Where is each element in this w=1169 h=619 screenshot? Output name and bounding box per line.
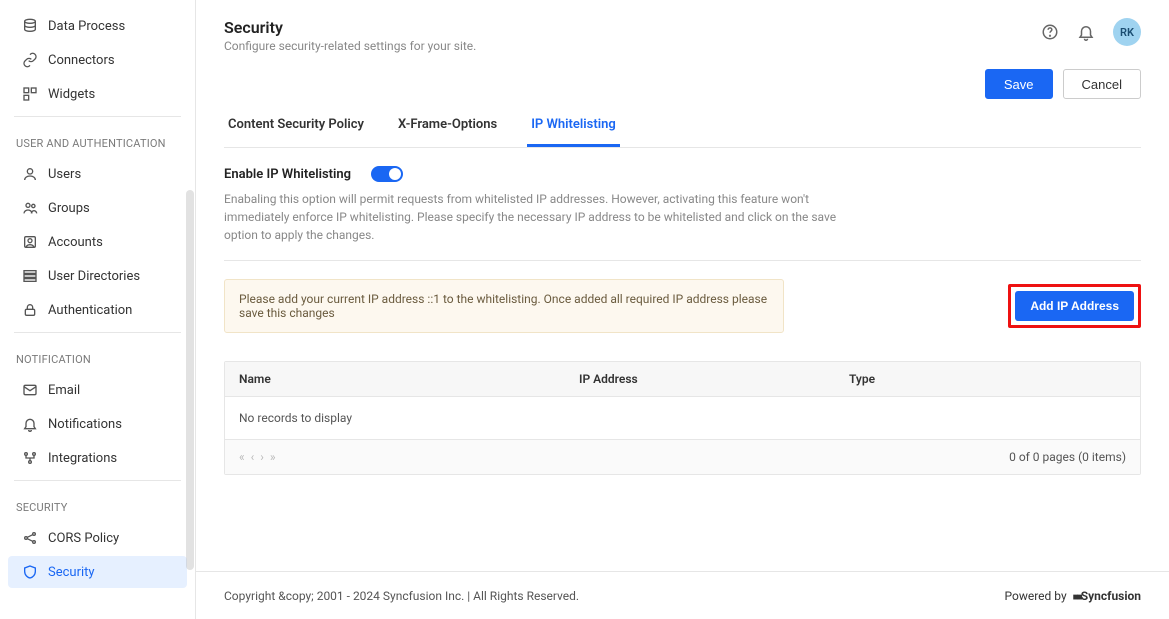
divider [14,332,181,333]
table-header: Name IP Address Type [225,362,1140,397]
col-type[interactable]: Type [835,362,1140,396]
tab-ip-whitelisting[interactable]: IP Whitelisting [527,107,620,147]
add-ip-highlight: Add IP Address [1008,284,1141,328]
divider [224,260,1141,261]
sidebar-item-authentication[interactable]: Authentication [8,294,187,326]
sidebar-item-cors[interactable]: CORS Policy [8,522,187,554]
shield-icon [22,564,38,580]
bell-icon [22,416,38,432]
sidebar-heading-notification: NOTIFICATION [0,339,195,372]
scrollbar[interactable] [185,0,195,619]
sidebar-item-connectors[interactable]: Connectors [8,44,187,76]
sidebar-item-label: Accounts [48,235,103,250]
main: Security Configure security-related sett… [196,0,1169,619]
table-empty-text: No records to display [225,397,1140,440]
sidebar-item-data-process[interactable]: Data Process [8,10,187,42]
database-icon [22,18,38,34]
divider [14,116,181,117]
tab-x-frame-options[interactable]: X-Frame-Options [394,107,501,147]
powered-by-label: Powered by [1005,589,1067,603]
save-button[interactable]: Save [985,69,1053,99]
sidebar-item-groups[interactable]: Groups [8,192,187,224]
sidebar-item-label: Widgets [48,87,95,102]
sidebar-item-label: Notifications [48,417,122,432]
sidebar-item-integrations[interactable]: Integrations [8,442,187,474]
page-info: 0 of 0 pages (0 items) [1009,450,1126,464]
link-icon [22,52,38,68]
users-icon [22,200,38,216]
sidebar: Data Process Connectors Widgets USER AND… [0,0,196,619]
copyright: Copyright &copy; 2001 - 2024 Syncfusion … [224,589,579,603]
sidebar-item-label: Data Process [48,19,125,34]
tab-content-security-policy[interactable]: Content Security Policy [224,107,368,147]
sidebar-item-label: Users [48,167,81,182]
sidebar-item-label: User Directories [48,269,140,284]
sidebar-item-label: CORS Policy [48,531,119,546]
notification-bell-icon[interactable] [1077,23,1095,41]
footer: Copyright &copy; 2001 - 2024 Syncfusion … [196,571,1169,619]
toggle-label: Enable IP Whitelisting [224,167,351,182]
pager-first-icon[interactable]: « [239,450,245,464]
pager-prev-icon[interactable]: ‹ [251,450,255,464]
sidebar-item-label: Integrations [48,451,117,466]
sidebar-item-accounts[interactable]: Accounts [8,226,187,258]
user-icon [22,166,38,182]
mail-icon [22,382,38,398]
page-title: Security [224,18,476,37]
tabs: Content Security Policy X-Frame-Options … [224,107,1141,148]
sidebar-heading-security: SECURITY [0,487,195,520]
sidebar-item-label: Email [48,383,80,398]
sidebar-item-email[interactable]: Email [8,374,187,406]
sidebar-item-label: Security [48,565,95,580]
table-footer: « ‹ › » 0 of 0 pages (0 items) [225,440,1140,474]
sidebar-item-users[interactable]: Users [8,158,187,190]
syncfusion-logo: Syncfusion [1073,589,1141,603]
page-subtitle: Configure security-related settings for … [224,39,476,53]
add-ip-address-button[interactable]: Add IP Address [1015,291,1134,321]
account-icon [22,234,38,250]
help-icon[interactable] [1041,23,1059,41]
sidebar-item-user-directories[interactable]: User Directories [8,260,187,292]
avatar[interactable]: RK [1113,18,1141,46]
ip-alert: Please add your current IP address ::1 t… [224,279,784,333]
share-icon [22,530,38,546]
pager-last-icon[interactable]: » [270,450,276,464]
plugin-icon [22,450,38,466]
pager: « ‹ › » [239,450,275,464]
enable-ip-whitelisting-toggle[interactable] [371,166,403,182]
widgets-icon [22,86,38,102]
divider [14,480,181,481]
sidebar-item-security[interactable]: Security [8,556,187,588]
sidebar-heading-user: USER AND AUTHENTICATION [0,123,195,156]
sidebar-item-label: Groups [48,201,90,216]
lock-icon [22,302,38,318]
col-name[interactable]: Name [225,362,565,396]
section-description: Enabaling this option will permit reques… [224,190,864,244]
sidebar-item-label: Authentication [48,303,132,318]
sidebar-item-notifications[interactable]: Notifications [8,408,187,440]
ip-table: Name IP Address Type No records to displ… [224,361,1141,475]
directory-icon [22,268,38,284]
sidebar-item-widgets[interactable]: Widgets [8,78,187,110]
col-ip-address[interactable]: IP Address [565,362,835,396]
cancel-button[interactable]: Cancel [1063,69,1141,99]
sidebar-item-label: Connectors [48,53,115,68]
pager-next-icon[interactable]: › [260,450,264,464]
